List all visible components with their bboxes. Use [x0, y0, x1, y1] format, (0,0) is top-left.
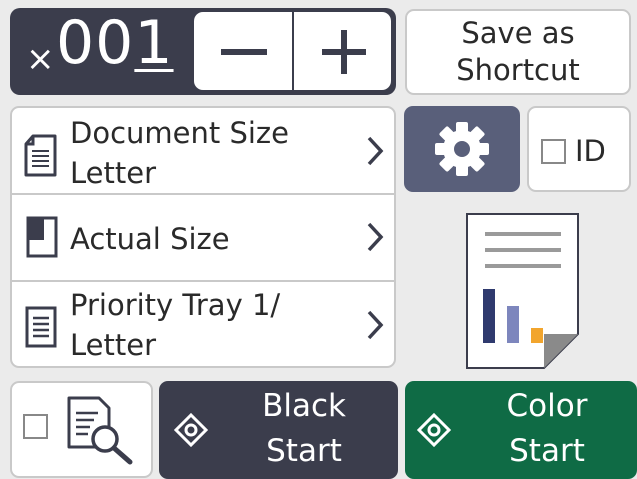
- shortcut-label-line2: Shortcut: [456, 53, 580, 87]
- copies-multiplier: ×: [26, 39, 55, 79]
- start-diamond-icon: [417, 413, 451, 447]
- id-copy-checkbox[interactable]: [541, 139, 566, 164]
- shortcut-label-line1: Save as: [461, 16, 575, 50]
- copy-preview-document-icon: [466, 213, 579, 369]
- chevron-right-icon: [367, 222, 384, 252]
- document-size-label: Document Size: [70, 116, 289, 150]
- color-start-label: Color Start: [463, 384, 631, 474]
- black-start-button[interactable]: Black Start: [159, 381, 398, 479]
- color-start-button[interactable]: Color Start: [405, 381, 637, 479]
- black-start-label: Black Start: [219, 384, 389, 474]
- scan-preview-icon: [67, 396, 133, 465]
- plus-icon: [294, 12, 391, 90]
- chevron-right-icon: [367, 136, 384, 166]
- document-icon: [24, 134, 57, 177]
- enlarge-reduce-value: Actual Size: [70, 222, 230, 256]
- plus-icon-vertical: [341, 30, 347, 74]
- minus-button[interactable]: [194, 12, 292, 90]
- settings-button[interactable]: [404, 106, 520, 192]
- copies-count[interactable]: 001: [56, 13, 174, 73]
- tray-icon: [25, 306, 57, 348]
- tray-label: Priority Tray 1/: [70, 288, 281, 322]
- color-start-line1: Color: [506, 388, 588, 424]
- minus-icon: [221, 49, 267, 55]
- page-corner-icon: [26, 216, 58, 258]
- gear-icon: [435, 122, 489, 176]
- start-diamond-icon: [174, 413, 208, 447]
- copies-count-digits: 00: [56, 8, 135, 78]
- id-copy-label: ID: [575, 134, 606, 168]
- black-start-line2: Start: [266, 433, 342, 469]
- document-size-value: Letter: [70, 156, 156, 190]
- plus-button[interactable]: [294, 12, 391, 90]
- chevron-right-icon: [367, 310, 384, 340]
- tray-value: Letter: [70, 328, 156, 362]
- save-as-shortcut-label: Save as Shortcut: [405, 15, 631, 89]
- color-start-line2: Start: [509, 433, 585, 469]
- copies-count-active-digit: 1: [134, 8, 174, 78]
- preview-scan-checkbox[interactable]: [23, 414, 48, 439]
- black-start-line1: Black: [262, 388, 346, 424]
